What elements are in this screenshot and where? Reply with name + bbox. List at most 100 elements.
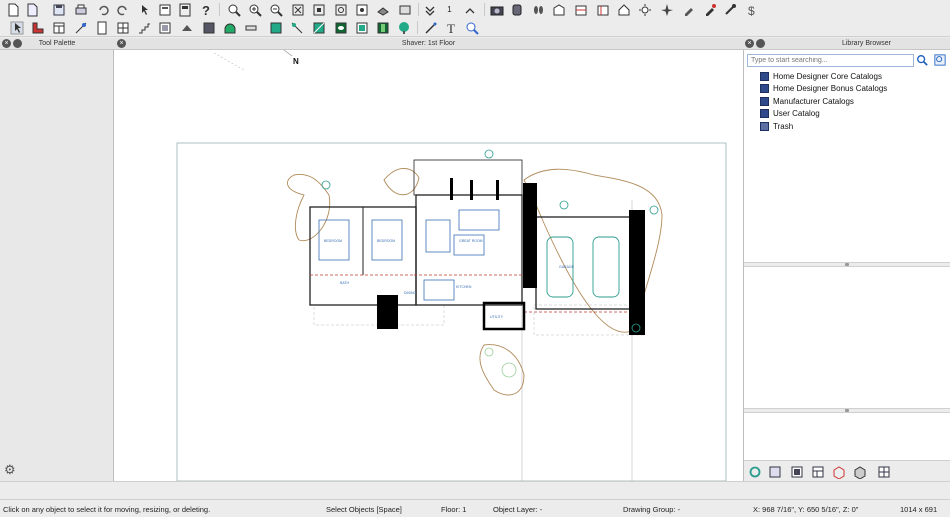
floor-number: 1 — [447, 5, 452, 14]
door-tool-icon[interactable] — [94, 20, 109, 35]
roof-tool-icon[interactable] — [157, 20, 172, 35]
tool-palette-pin-icon[interactable] — [13, 39, 22, 48]
library-splitter[interactable] — [744, 408, 950, 413]
eyedropper-icon[interactable] — [722, 2, 737, 17]
plan-icon[interactable] — [595, 2, 610, 17]
layer-icon[interactable] — [397, 2, 412, 17]
library-tree: Home Designer Core Catalogs Home Designe… — [760, 70, 887, 133]
horizontal-scrollbar[interactable] — [0, 481, 950, 499]
polyline-tool-icon[interactable] — [243, 20, 258, 35]
calculator-icon[interactable] — [157, 2, 172, 17]
home-icon[interactable] — [616, 2, 631, 17]
plan-icon[interactable] — [551, 2, 566, 17]
gear-icon[interactable]: ⚙ — [4, 463, 18, 477]
trash-icon — [760, 121, 769, 131]
catalog-icon[interactable] — [876, 464, 891, 479]
north-label: N — [293, 57, 299, 66]
refresh-icon[interactable] — [333, 2, 348, 17]
material-paint-icon[interactable] — [702, 2, 717, 17]
open-folder-icon[interactable] — [24, 2, 39, 17]
status-hint: Click on any object to select it for mov… — [3, 505, 211, 514]
catalog-icon[interactable] — [810, 464, 825, 479]
window-tool-icon[interactable] — [115, 20, 130, 35]
status-drawing-group: Drawing Group: - — [623, 505, 681, 514]
floor-up-icon[interactable] — [462, 2, 477, 17]
sparkle-icon[interactable] — [659, 2, 674, 17]
dollar-icon[interactable]: $ — [744, 2, 759, 17]
search-icon[interactable] — [915, 53, 929, 67]
catalog-icon[interactable] — [831, 464, 846, 479]
library-item-user[interactable]: User Catalog — [760, 108, 887, 121]
sun-icon[interactable] — [637, 2, 652, 17]
plan-icon[interactable] — [573, 2, 588, 17]
plan-canvas[interactable]: N BEDROOM BEDROOM GREAT ROOM GARAGE KITC… — [114, 50, 743, 481]
library-toolbar — [744, 460, 950, 481]
calculator-icon[interactable] — [177, 2, 192, 17]
wall-tool-icon[interactable] — [30, 20, 45, 35]
tree-tool-icon[interactable] — [396, 20, 411, 35]
callout-tool-icon[interactable] — [423, 20, 438, 35]
zoom-extents-icon[interactable] — [311, 2, 326, 17]
new-file-icon[interactable] — [5, 2, 20, 17]
landscape-tool-icon[interactable] — [333, 20, 348, 35]
dimension-tool-icon[interactable] — [73, 20, 88, 35]
room-label: KITCHEN — [456, 285, 472, 289]
library-splitter[interactable] — [744, 262, 950, 267]
library-pin-icon[interactable] — [756, 39, 765, 48]
library-item-trash[interactable]: Trash — [760, 120, 887, 133]
plant-tool-icon[interactable] — [354, 20, 369, 35]
refresh-icon[interactable] — [747, 464, 762, 479]
main-toolbar: ? 1 $ — [0, 0, 950, 19]
advanced-search-icon[interactable] — [933, 53, 947, 67]
undo-icon[interactable] — [95, 2, 110, 17]
floor-down-icon[interactable] — [422, 2, 437, 17]
library-browser: Home Designer Core Catalogs Home Designe… — [743, 50, 950, 481]
catalog-icon[interactable] — [789, 464, 804, 479]
room-label: BATH — [340, 281, 350, 285]
landscape-tool-icon[interactable] — [311, 20, 326, 35]
orbit-icon[interactable] — [509, 2, 524, 17]
view-title: Shaver: 1st Floor — [401, 40, 456, 47]
deck-tool-icon[interactable] — [289, 20, 304, 35]
room-tool-icon[interactable] — [179, 20, 194, 35]
plant-tool-icon[interactable] — [375, 20, 390, 35]
footprint-icon[interactable] — [530, 2, 545, 17]
camera-frame-icon[interactable] — [354, 2, 369, 17]
eyedropper-icon[interactable] — [681, 2, 696, 17]
tool-palette-close-icon[interactable]: × — [2, 39, 11, 48]
layer-icon[interactable] — [375, 2, 390, 17]
fill-window-icon[interactable] — [290, 2, 305, 17]
svg-text:$: $ — [748, 4, 755, 17]
terrain-tool-icon[interactable] — [268, 20, 283, 35]
view-close-icon[interactable]: × — [117, 39, 126, 48]
save-icon[interactable] — [51, 2, 66, 17]
zoom-icon[interactable] — [226, 2, 241, 17]
catalog-icon[interactable] — [767, 464, 782, 479]
shape-tool-icon[interactable] — [222, 20, 237, 35]
redo-icon[interactable] — [115, 2, 130, 17]
library-item-label: Manufacturer Catalogs — [773, 96, 854, 106]
tool-palette — [0, 50, 114, 481]
cabinet-tool-icon[interactable] — [51, 20, 66, 35]
library-item-label: User Catalog — [773, 109, 820, 119]
camera-icon[interactable] — [489, 2, 504, 17]
text-tool-icon[interactable]: T — [444, 20, 459, 35]
help-icon[interactable]: ? — [198, 2, 213, 17]
library-item-core[interactable]: Home Designer Core Catalogs — [760, 70, 887, 83]
library-item-manufacturer[interactable]: Manufacturer Catalogs — [760, 95, 887, 108]
zoom-out-icon[interactable] — [268, 2, 283, 17]
status-floor: Floor: 1 — [441, 505, 467, 514]
svg-text:?: ? — [202, 3, 210, 17]
zoom-in-icon[interactable] — [247, 2, 262, 17]
fixture-tool-icon[interactable] — [201, 20, 216, 35]
select-icon[interactable] — [136, 2, 151, 17]
view-options-icon[interactable] — [852, 464, 867, 479]
select-objects-icon[interactable] — [9, 20, 24, 35]
search-tool-icon[interactable] — [464, 20, 479, 35]
stair-tool-icon[interactable] — [136, 20, 151, 35]
library-close-icon[interactable]: × — [745, 39, 754, 48]
library-item-bonus[interactable]: Home Designer Bonus Catalogs — [760, 83, 887, 96]
library-header: × Library Browser — [743, 38, 950, 50]
print-icon[interactable] — [73, 2, 88, 17]
library-search-input[interactable] — [747, 54, 914, 67]
